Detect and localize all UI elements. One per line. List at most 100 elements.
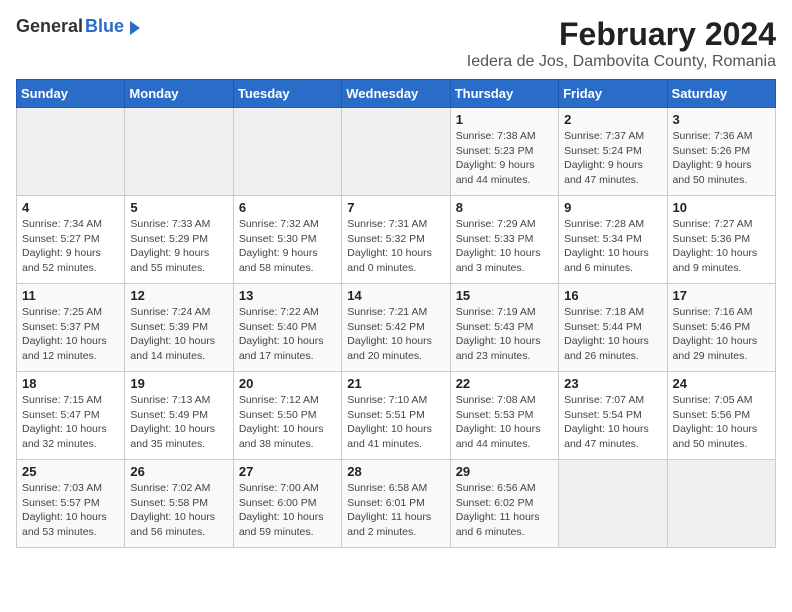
day-info: Sunrise: 7:05 AM Sunset: 5:56 PM Dayligh… (673, 393, 770, 452)
day-number: 21 (347, 376, 444, 391)
day-number: 13 (239, 288, 336, 303)
calendar-cell: 5 Sunrise: 7:33 AM Sunset: 5:29 PM Daylig… (125, 196, 233, 284)
day-number: 9 (564, 200, 661, 215)
day-info: Sunrise: 7:32 AM Sunset: 5:30 PM Dayligh… (239, 217, 336, 276)
calendar-cell: 10 Sunrise: 7:27 AM Sunset: 5:36 PM Dayli… (667, 196, 775, 284)
calendar-cell: 22 Sunrise: 7:08 AM Sunset: 5:53 PM Dayli… (450, 372, 558, 460)
calendar-cell (233, 108, 341, 196)
calendar-cell: 13 Sunrise: 7:22 AM Sunset: 5:40 PM Dayli… (233, 284, 341, 372)
calendar-cell: 9Sunrise: 7:28 AM Sunset: 5:34 PM Daylig… (559, 196, 667, 284)
calendar-cell: 11 Sunrise: 7:25 AM Sunset: 5:37 PM Dayli… (17, 284, 125, 372)
day-number: 15 (456, 288, 553, 303)
calendar-cell (342, 108, 450, 196)
day-number: 10 (673, 200, 770, 215)
calendar-title: February 2024 (467, 16, 776, 53)
day-info: Sunrise: 7:27 AM Sunset: 5:36 PM Dayligh… (673, 217, 770, 276)
day-info: Sunrise: 7:22 AM Sunset: 5:40 PM Dayligh… (239, 305, 336, 364)
calendar-cell (125, 108, 233, 196)
day-number: 22 (456, 376, 553, 391)
days-header-row: SundayMondayTuesdayWednesdayThursdayFrid… (17, 80, 776, 108)
day-number: 2 (564, 112, 661, 127)
day-number: 23 (564, 376, 661, 391)
day-info: Sunrise: 7:08 AM Sunset: 5:53 PM Dayligh… (456, 393, 553, 452)
logo-arrow-icon (130, 21, 140, 35)
day-header-monday: Monday (125, 80, 233, 108)
logo: General Blue (16, 16, 140, 37)
calendar-cell: 28Sunrise: 6:58 AM Sunset: 6:01 PM Dayli… (342, 460, 450, 548)
calendar-cell (559, 460, 667, 548)
day-info: Sunrise: 7:33 AM Sunset: 5:29 PM Dayligh… (130, 217, 227, 276)
calendar-subtitle: Iedera de Jos, Dambovita County, Romania (467, 53, 776, 71)
day-info: Sunrise: 6:58 AM Sunset: 6:01 PM Dayligh… (347, 481, 444, 540)
day-number: 17 (673, 288, 770, 303)
day-header-saturday: Saturday (667, 80, 775, 108)
day-header-sunday: Sunday (17, 80, 125, 108)
calendar-cell: 19 Sunrise: 7:13 AM Sunset: 5:49 PM Dayli… (125, 372, 233, 460)
title-area: February 2024 Iedera de Jos, Dambovita C… (467, 16, 776, 71)
calendar-cell: 4 Sunrise: 7:34 AM Sunset: 5:27 PM Daylig… (17, 196, 125, 284)
calendar-cell: 20 Sunrise: 7:12 AM Sunset: 5:50 PM Dayli… (233, 372, 341, 460)
day-header-tuesday: Tuesday (233, 80, 341, 108)
day-number: 20 (239, 376, 336, 391)
day-number: 24 (673, 376, 770, 391)
calendar-cell: 15 Sunrise: 7:19 AM Sunset: 5:43 PM Dayli… (450, 284, 558, 372)
day-info: Sunrise: 7:19 AM Sunset: 5:43 PM Dayligh… (456, 305, 553, 364)
day-number: 3 (673, 112, 770, 127)
calendar-cell: 14Sunrise: 7:21 AM Sunset: 5:42 PM Dayli… (342, 284, 450, 372)
day-number: 11 (22, 288, 119, 303)
calendar-cell: 6 Sunrise: 7:32 AM Sunset: 5:30 PM Daylig… (233, 196, 341, 284)
calendar-cell: 27 Sunrise: 7:00 AM Sunset: 6:00 PM Dayli… (233, 460, 341, 548)
day-info: Sunrise: 7:15 AM Sunset: 5:47 PM Dayligh… (22, 393, 119, 452)
calendar-cell: 8Sunrise: 7:29 AM Sunset: 5:33 PM Daylig… (450, 196, 558, 284)
day-info: Sunrise: 7:02 AM Sunset: 5:58 PM Dayligh… (130, 481, 227, 540)
week-row-3: 11 Sunrise: 7:25 AM Sunset: 5:37 PM Dayli… (17, 284, 776, 372)
day-number: 29 (456, 464, 553, 479)
day-number: 5 (130, 200, 227, 215)
calendar-cell: 26Sunrise: 7:02 AM Sunset: 5:58 PM Dayli… (125, 460, 233, 548)
day-info: Sunrise: 7:21 AM Sunset: 5:42 PM Dayligh… (347, 305, 444, 364)
day-info: Sunrise: 7:12 AM Sunset: 5:50 PM Dayligh… (239, 393, 336, 452)
day-number: 4 (22, 200, 119, 215)
day-info: Sunrise: 7:34 AM Sunset: 5:27 PM Dayligh… (22, 217, 119, 276)
day-number: 27 (239, 464, 336, 479)
day-info: Sunrise: 7:25 AM Sunset: 5:37 PM Dayligh… (22, 305, 119, 364)
day-info: Sunrise: 7:29 AM Sunset: 5:33 PM Dayligh… (456, 217, 553, 276)
calendar-cell: 29 Sunrise: 6:56 AM Sunset: 6:02 PM Dayli… (450, 460, 558, 548)
calendar-cell (667, 460, 775, 548)
week-row-4: 18Sunrise: 7:15 AM Sunset: 5:47 PM Dayli… (17, 372, 776, 460)
calendar-table: SundayMondayTuesdayWednesdayThursdayFrid… (16, 79, 776, 548)
day-header-thursday: Thursday (450, 80, 558, 108)
day-number: 12 (130, 288, 227, 303)
calendar-cell: 24 Sunrise: 7:05 AM Sunset: 5:56 PM Dayli… (667, 372, 775, 460)
day-info: Sunrise: 7:24 AM Sunset: 5:39 PM Dayligh… (130, 305, 227, 364)
calendar-cell: 2Sunrise: 7:37 AM Sunset: 5:24 PM Daylig… (559, 108, 667, 196)
calendar-cell: 23 Sunrise: 7:07 AM Sunset: 5:54 PM Dayli… (559, 372, 667, 460)
day-info: Sunrise: 7:00 AM Sunset: 6:00 PM Dayligh… (239, 481, 336, 540)
calendar-cell: 12 Sunrise: 7:24 AM Sunset: 5:39 PM Dayli… (125, 284, 233, 372)
day-number: 1 (456, 112, 553, 127)
week-row-2: 4 Sunrise: 7:34 AM Sunset: 5:27 PM Daylig… (17, 196, 776, 284)
day-number: 16 (564, 288, 661, 303)
calendar-cell (17, 108, 125, 196)
week-row-1: 1 Sunrise: 7:38 AM Sunset: 5:23 PM Daylig… (17, 108, 776, 196)
day-number: 19 (130, 376, 227, 391)
calendar-cell: 7Sunrise: 7:31 AM Sunset: 5:32 PM Daylig… (342, 196, 450, 284)
calendar-cell: 21 Sunrise: 7:10 AM Sunset: 5:51 PM Dayli… (342, 372, 450, 460)
logo-blue-text: Blue (85, 16, 124, 37)
calendar-cell: 16 Sunrise: 7:18 AM Sunset: 5:44 PM Dayli… (559, 284, 667, 372)
day-info: Sunrise: 7:16 AM Sunset: 5:46 PM Dayligh… (673, 305, 770, 364)
day-number: 6 (239, 200, 336, 215)
day-number: 7 (347, 200, 444, 215)
day-info: Sunrise: 7:13 AM Sunset: 5:49 PM Dayligh… (130, 393, 227, 452)
day-info: Sunrise: 7:10 AM Sunset: 5:51 PM Dayligh… (347, 393, 444, 452)
day-info: Sunrise: 7:07 AM Sunset: 5:54 PM Dayligh… (564, 393, 661, 452)
day-header-wednesday: Wednesday (342, 80, 450, 108)
day-info: Sunrise: 7:18 AM Sunset: 5:44 PM Dayligh… (564, 305, 661, 364)
logo-general-text: General (16, 16, 83, 37)
week-row-5: 25Sunrise: 7:03 AM Sunset: 5:57 PM Dayli… (17, 460, 776, 548)
header: General Blue February 2024 Iedera de Jos… (16, 16, 776, 71)
day-info: Sunrise: 7:38 AM Sunset: 5:23 PM Dayligh… (456, 129, 553, 188)
day-info: Sunrise: 6:56 AM Sunset: 6:02 PM Dayligh… (456, 481, 553, 540)
day-header-friday: Friday (559, 80, 667, 108)
day-number: 25 (22, 464, 119, 479)
